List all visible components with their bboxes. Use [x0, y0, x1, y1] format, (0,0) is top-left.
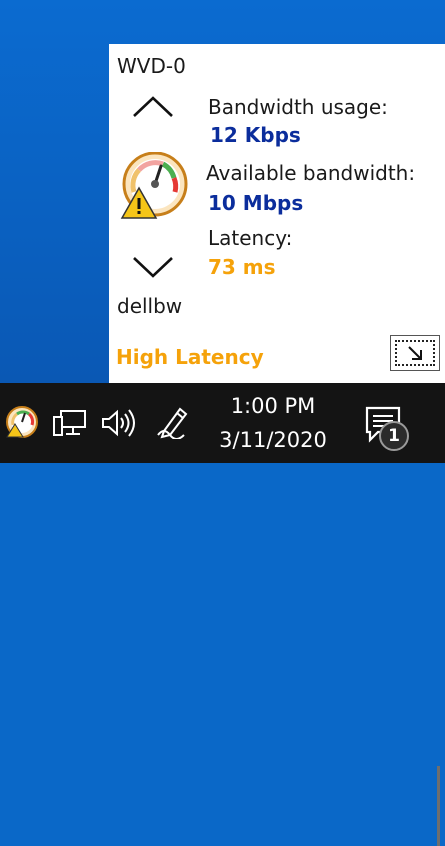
system-clock[interactable]: 1:00 PM 3/11/2020 [210, 391, 336, 455]
chevron-up-icon[interactable] [131, 94, 175, 120]
taskbar-edge [437, 766, 440, 846]
bandwidth-usage-label: Bandwidth usage: [208, 95, 388, 119]
pen-icon[interactable] [156, 405, 190, 439]
connection-popup: WVD-0 Bandwidth usage: 12 Kbps Available… [109, 44, 445, 383]
host-id-label: dellbw [117, 294, 183, 318]
gauge-warning-icon [120, 152, 188, 219]
volume-icon[interactable] [101, 408, 137, 438]
clock-date: 3/11/2020 [219, 428, 327, 452]
status-text: High Latency [116, 345, 264, 369]
bandwidth-usage-value: 12 Kbps [210, 123, 301, 147]
available-bandwidth-label: Available bandwidth: [206, 161, 416, 185]
expand-button[interactable] [390, 335, 440, 371]
latency-value: 73 ms [208, 255, 276, 279]
network-icon[interactable] [53, 409, 87, 437]
available-bandwidth-value: 10 Mbps [208, 191, 304, 215]
taskbar: 1:00 PM 3/11/2020 [0, 383, 445, 846]
expand-window-icon [408, 346, 422, 360]
notification-count-badge: 1 [379, 421, 409, 451]
latency-label: Latency: [208, 226, 293, 250]
clock-time: 1:00 PM [230, 394, 316, 418]
gauge-tray-icon[interactable] [5, 405, 39, 439]
host-name: WVD-0 [117, 54, 186, 78]
chevron-down-icon[interactable] [131, 254, 175, 280]
